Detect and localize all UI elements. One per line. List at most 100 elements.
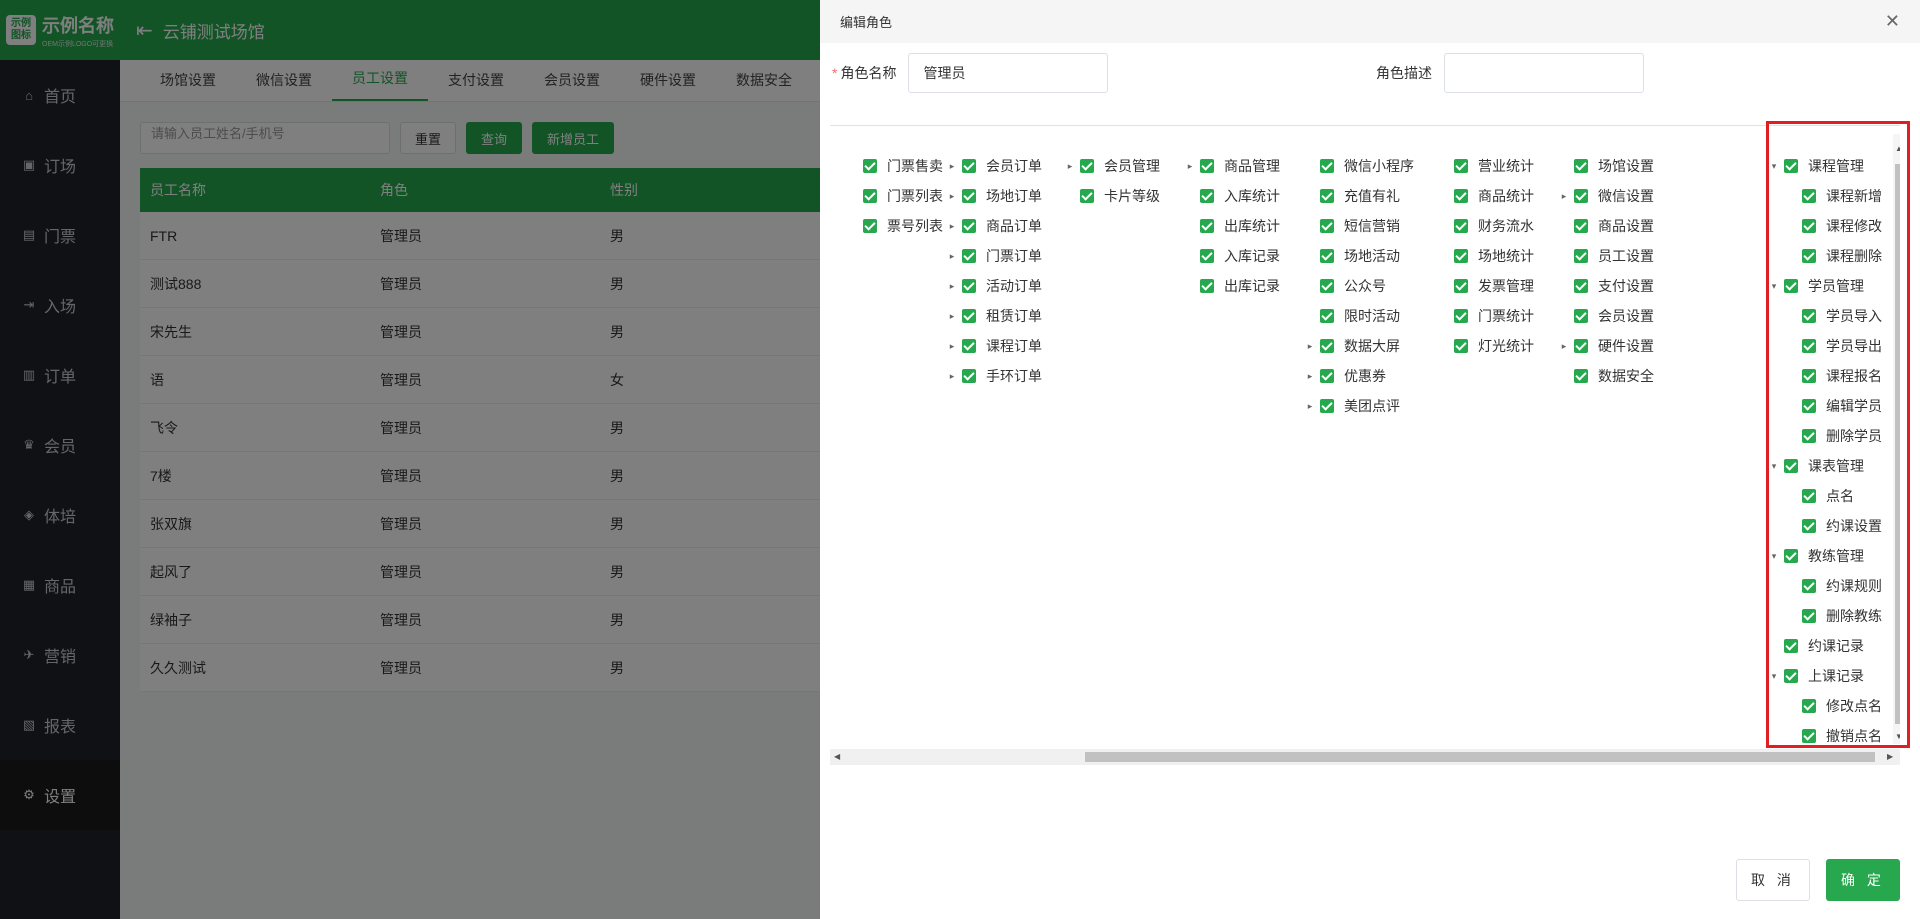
permission-item[interactable]: 卡片等级 xyxy=(1066,186,1160,206)
permission-item[interactable]: ▸ 租赁订单 xyxy=(948,306,1042,326)
checkbox-checked-icon[interactable] xyxy=(962,339,976,353)
checkbox-checked-icon[interactable] xyxy=(1454,159,1468,173)
permission-item[interactable]: ▸ 场地订单 xyxy=(948,186,1042,206)
checkbox-checked-icon[interactable] xyxy=(962,309,976,323)
caret-right-icon[interactable]: ▸ xyxy=(1306,341,1314,352)
permission-item[interactable]: 充值有礼 xyxy=(1306,186,1400,206)
checkbox-checked-icon[interactable] xyxy=(1454,339,1468,353)
checkbox-checked-icon[interactable] xyxy=(1080,159,1094,173)
checkbox-checked-icon[interactable] xyxy=(1574,279,1588,293)
close-icon[interactable]: ✕ xyxy=(1885,11,1900,32)
checkbox-checked-icon[interactable] xyxy=(1574,249,1588,263)
checkbox-checked-icon[interactable] xyxy=(1320,249,1334,263)
checkbox-checked-icon[interactable] xyxy=(962,279,976,293)
permission-item[interactable]: 商品设置 xyxy=(1560,216,1654,236)
checkbox-checked-icon[interactable] xyxy=(1574,219,1588,233)
checkbox-checked-icon[interactable] xyxy=(1574,189,1588,203)
checkbox-checked-icon[interactable] xyxy=(1320,309,1334,323)
permission-item[interactable]: 场地统计 xyxy=(1440,246,1534,266)
caret-right-icon[interactable]: ▸ xyxy=(948,191,956,202)
checkbox-checked-icon[interactable] xyxy=(962,249,976,263)
permission-item[interactable]: 员工设置 xyxy=(1560,246,1654,266)
checkbox-checked-icon[interactable] xyxy=(1574,309,1588,323)
permission-item[interactable]: 公众号 xyxy=(1306,276,1386,296)
permission-item[interactable]: 入库统计 xyxy=(1186,186,1280,206)
permission-item[interactable]: 出库记录 xyxy=(1186,276,1280,296)
permission-item[interactable]: 会员设置 xyxy=(1560,306,1654,326)
permission-item[interactable]: ▸ 商品管理 xyxy=(1186,156,1280,176)
checkbox-checked-icon[interactable] xyxy=(1454,309,1468,323)
permission-item[interactable]: 营业统计 xyxy=(1440,156,1534,176)
checkbox-checked-icon[interactable] xyxy=(863,189,877,203)
permission-item[interactable]: 入库记录 xyxy=(1186,246,1280,266)
permission-item[interactable]: 数据安全 xyxy=(1560,366,1654,386)
permission-item[interactable]: ▸ 会员管理 xyxy=(1066,156,1160,176)
checkbox-checked-icon[interactable] xyxy=(1320,339,1334,353)
caret-right-icon[interactable]: ▸ xyxy=(1306,401,1314,412)
checkbox-checked-icon[interactable] xyxy=(1574,159,1588,173)
checkbox-checked-icon[interactable] xyxy=(1320,159,1334,173)
permission-item[interactable]: ▸ 课程订单 xyxy=(948,336,1042,356)
checkbox-checked-icon[interactable] xyxy=(1320,369,1334,383)
permission-item[interactable]: 微信小程序 xyxy=(1306,156,1414,176)
checkbox-checked-icon[interactable] xyxy=(1200,279,1214,293)
permission-item[interactable]: ▸ 手环订单 xyxy=(948,366,1042,386)
permission-item[interactable]: 限时活动 xyxy=(1306,306,1400,326)
permission-item[interactable]: ▸ 优惠券 xyxy=(1306,366,1386,386)
permission-item[interactable]: ▸ 门票订单 xyxy=(948,246,1042,266)
caret-right-icon[interactable]: ▸ xyxy=(948,221,956,232)
permission-item[interactable]: 场地活动 xyxy=(1306,246,1400,266)
permission-item[interactable]: ▸ 数据大屏 xyxy=(1306,336,1400,356)
caret-right-icon[interactable]: ▸ xyxy=(1560,341,1568,352)
caret-right-icon[interactable]: ▸ xyxy=(948,311,956,322)
scroll-left-icon[interactable]: ◀ xyxy=(834,752,840,761)
permission-item[interactable]: 灯光统计 xyxy=(1440,336,1534,356)
permission-item[interactable]: 财务流水 xyxy=(1440,216,1534,236)
checkbox-checked-icon[interactable] xyxy=(1200,159,1214,173)
checkbox-checked-icon[interactable] xyxy=(1454,249,1468,263)
horizontal-scroll-thumb[interactable] xyxy=(1085,752,1875,762)
permission-item[interactable]: ▸ 商品订单 xyxy=(948,216,1042,236)
caret-right-icon[interactable]: ▸ xyxy=(948,161,956,172)
caret-right-icon[interactable]: ▸ xyxy=(948,371,956,382)
permission-item[interactable]: ▸ 硬件设置 xyxy=(1560,336,1654,356)
caret-right-icon[interactable]: ▸ xyxy=(1560,191,1568,202)
checkbox-checked-icon[interactable] xyxy=(863,219,877,233)
cancel-button[interactable]: 取 消 xyxy=(1736,859,1810,901)
checkbox-checked-icon[interactable] xyxy=(962,189,976,203)
permission-item[interactable]: 出库统计 xyxy=(1186,216,1280,236)
checkbox-checked-icon[interactable] xyxy=(1454,279,1468,293)
checkbox-checked-icon[interactable] xyxy=(1454,189,1468,203)
caret-right-icon[interactable]: ▸ xyxy=(1306,371,1314,382)
checkbox-checked-icon[interactable] xyxy=(1454,219,1468,233)
checkbox-checked-icon[interactable] xyxy=(962,369,976,383)
role-desc-field[interactable] xyxy=(1444,53,1644,93)
horizontal-scrollbar[interactable]: ◀ ▶ xyxy=(830,749,1900,765)
permission-item[interactable]: ▸ 活动订单 xyxy=(948,276,1042,296)
permission-item[interactable]: 商品统计 xyxy=(1440,186,1534,206)
permission-item[interactable]: 发票管理 xyxy=(1440,276,1534,296)
permission-item[interactable]: 支付设置 xyxy=(1560,276,1654,296)
checkbox-checked-icon[interactable] xyxy=(1200,189,1214,203)
caret-right-icon[interactable]: ▸ xyxy=(1186,161,1194,172)
checkbox-checked-icon[interactable] xyxy=(962,159,976,173)
confirm-button[interactable]: 确 定 xyxy=(1826,859,1900,901)
permission-item[interactable]: 门票列表 xyxy=(849,186,943,206)
permission-item[interactable]: ▸ 美团点评 xyxy=(1306,396,1400,416)
scroll-right-icon[interactable]: ▶ xyxy=(1887,752,1893,761)
caret-right-icon[interactable]: ▸ xyxy=(948,281,956,292)
checkbox-checked-icon[interactable] xyxy=(1200,249,1214,263)
caret-right-icon[interactable]: ▸ xyxy=(948,341,956,352)
permission-item[interactable]: ▸ 会员订单 xyxy=(948,156,1042,176)
permission-item[interactable]: ▸ 微信设置 xyxy=(1560,186,1654,206)
checkbox-checked-icon[interactable] xyxy=(1320,219,1334,233)
checkbox-checked-icon[interactable] xyxy=(1080,189,1094,203)
checkbox-checked-icon[interactable] xyxy=(1320,279,1334,293)
caret-right-icon[interactable]: ▸ xyxy=(948,251,956,262)
caret-right-icon[interactable]: ▸ xyxy=(1066,161,1074,172)
permission-item[interactable]: 票号列表 xyxy=(849,216,943,236)
checkbox-checked-icon[interactable] xyxy=(863,159,877,173)
checkbox-checked-icon[interactable] xyxy=(962,219,976,233)
checkbox-checked-icon[interactable] xyxy=(1320,189,1334,203)
role-name-field[interactable]: 管理员 xyxy=(908,53,1109,93)
